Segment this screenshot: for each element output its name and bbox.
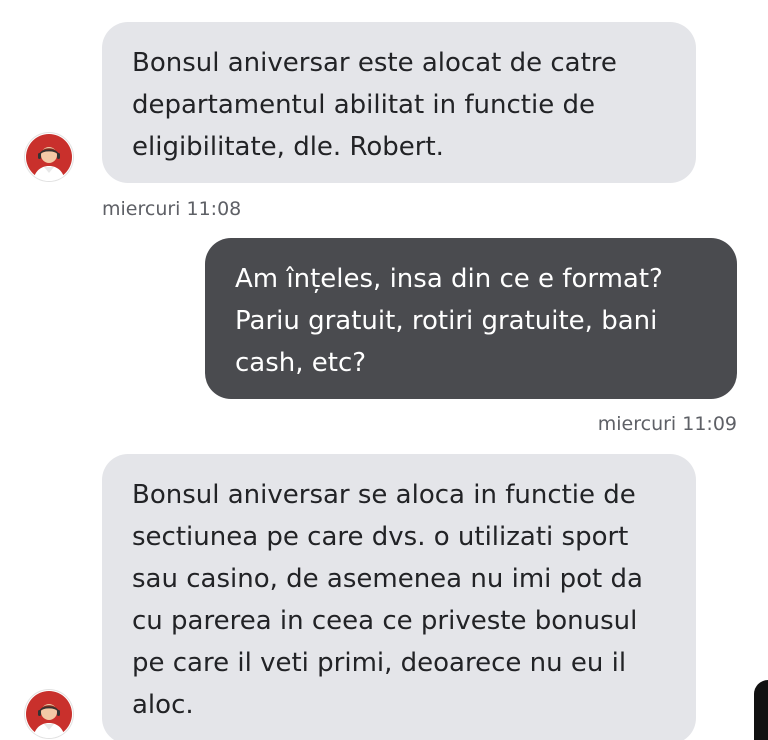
message-timestamp: miercuri 11:09 xyxy=(597,413,737,435)
message-timestamp: miercuri 11:08 xyxy=(102,198,242,220)
agent-message-bubble: Bonsul aniversar este alocat de catre de… xyxy=(102,22,696,183)
message-text: Bonsul aniversar este alocat de catre de… xyxy=(132,48,617,162)
chat-window: · · · · · Bonsul aniversar este alocat d… xyxy=(0,0,768,740)
user-message-bubble: Am înțeles, insa din ce e format? Pariu … xyxy=(205,238,737,399)
message-text: Am înțeles, insa din ce e format? Pariu … xyxy=(235,264,663,378)
support-agent-avatar-icon xyxy=(26,691,72,738)
window-edge xyxy=(754,680,768,740)
message-text: Bonsul aniversar se aloca in functie de … xyxy=(132,480,643,720)
support-agent-avatar-icon xyxy=(26,134,72,181)
agent-avatar xyxy=(25,690,73,738)
previous-timestamp-fragment: · · · · · xyxy=(671,0,728,10)
agent-message-bubble: Bonsul aniversar se aloca in functie de … xyxy=(102,454,696,740)
agent-avatar xyxy=(25,133,73,181)
